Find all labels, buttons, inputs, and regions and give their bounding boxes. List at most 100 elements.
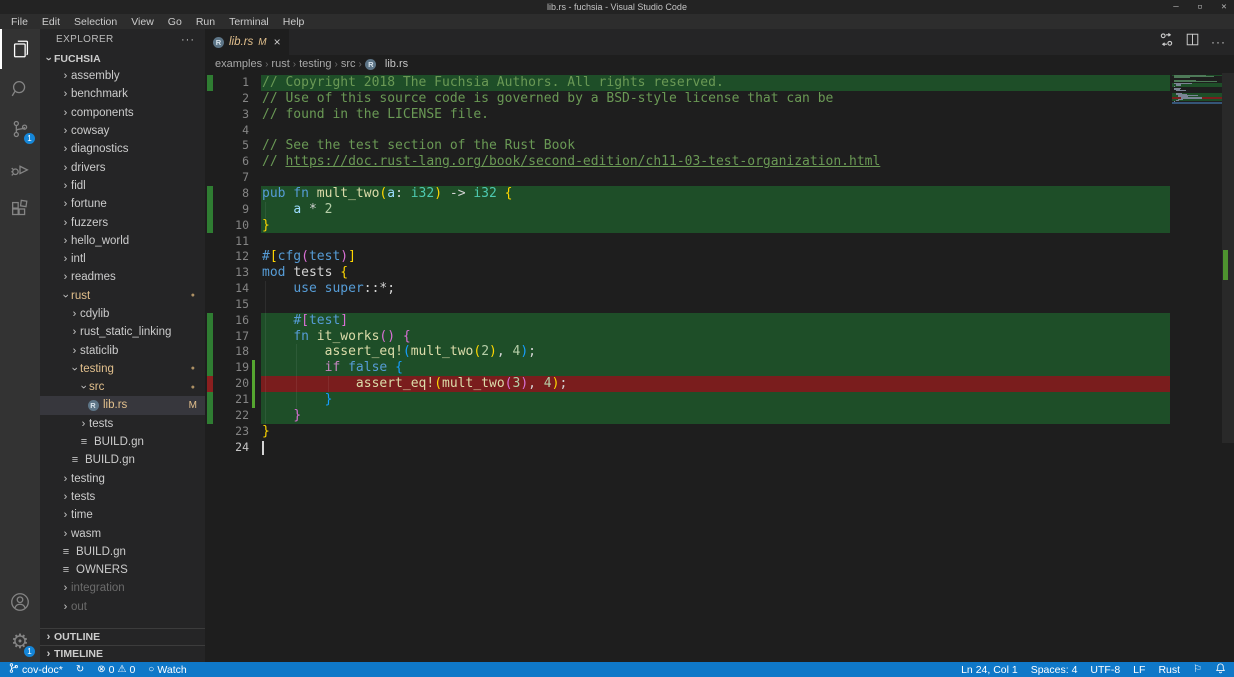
status-spaces-4[interactable]: Spaces: 4 [1031, 662, 1078, 677]
tree-item-owners[interactable]: ≡OWNERS [40, 561, 205, 579]
minimap[interactable] [1172, 73, 1222, 662]
explorer-icon[interactable] [0, 29, 40, 69]
maximize-button[interactable]: ▫ [1194, 2, 1206, 12]
code-line-19[interactable]: 19 if false { [205, 360, 1170, 376]
tab-lib-rs[interactable]: R lib.rs M × [205, 29, 290, 55]
menu-edit[interactable]: Edit [35, 16, 67, 28]
tree-item-build.gn[interactable]: ≡BUILD.gn [40, 433, 205, 451]
tree-item-assembly[interactable]: ›assembly [40, 67, 205, 85]
tree-item-benchmark[interactable]: ›benchmark [40, 85, 205, 103]
code-line-20[interactable]: 20 assert_eq!(mult_two(3), 4); [205, 376, 1170, 392]
menu-run[interactable]: Run [189, 16, 222, 28]
code-line-5[interactable]: 5// See the test section of the Rust Boo… [205, 138, 1170, 154]
tree-item-lib.rs[interactable]: Rlib.rsM [40, 396, 205, 414]
tree-item-components[interactable]: ›components [40, 104, 205, 122]
settings-gear-icon[interactable]: ⚙ 1 [0, 622, 40, 662]
menu-terminal[interactable]: Terminal [222, 16, 276, 28]
breadcrumb-item-rust[interactable]: rust [271, 58, 289, 70]
code-line-24[interactable]: 24 [205, 440, 1170, 456]
outline-panel-header[interactable]: › OUTLINE [40, 628, 205, 645]
status-cov-doc-[interactable]: cov-doc* [8, 662, 63, 677]
search-icon[interactable] [0, 69, 40, 109]
breadcrumb-item-examples[interactable]: examples [215, 58, 262, 70]
tree-item-fidl[interactable]: ›fidl [40, 177, 205, 195]
code-line-4[interactable]: 4 [205, 123, 1170, 139]
split-editor-icon[interactable] [1186, 33, 1199, 51]
tree-item-build.gn[interactable]: ≡BUILD.gn [40, 543, 205, 561]
status-rust[interactable]: Rust [1158, 662, 1180, 677]
tree-item-out[interactable]: ›out [40, 598, 205, 616]
status-lf[interactable]: LF [1133, 662, 1145, 677]
code-line-13[interactable]: 13mod tests { [205, 265, 1170, 281]
tree-item-fortune[interactable]: ›fortune [40, 195, 205, 213]
account-icon[interactable] [0, 582, 40, 622]
minimize-button[interactable]: – [1170, 2, 1182, 12]
tree-item-integration[interactable]: ›integration [40, 579, 205, 597]
status-feedback-icon[interactable]: ⚐ [1193, 662, 1202, 677]
source-control-icon[interactable]: 1 [0, 109, 40, 149]
tree-item-rust[interactable]: ›rust● [40, 287, 205, 305]
code-line-10[interactable]: 10} [205, 218, 1170, 234]
code-line-14[interactable]: 14 use super::*; [205, 281, 1170, 297]
sidebar-more-actions[interactable]: ··· [181, 34, 195, 46]
status-ln-24-col-1[interactable]: Ln 24, Col 1 [961, 662, 1018, 677]
extensions-icon[interactable] [0, 189, 40, 229]
editor-more-actions-icon[interactable]: ··· [1211, 35, 1226, 49]
code-line-2[interactable]: 2// Use of this source code is governed … [205, 91, 1170, 107]
menu-selection[interactable]: Selection [67, 16, 124, 28]
run-debug-icon[interactable] [0, 149, 40, 189]
tree-item-tests[interactable]: ›tests [40, 415, 205, 433]
tree-item-tests[interactable]: ›tests [40, 488, 205, 506]
tree-item-staticlib[interactable]: ›staticlib [40, 341, 205, 359]
tree-item-rust_static_linking[interactable]: ›rust_static_linking [40, 323, 205, 341]
status-watch[interactable]: ○Watch [148, 662, 186, 677]
menu-help[interactable]: Help [276, 16, 312, 28]
code-line-8[interactable]: 8pub fn mult_two(a: i32) -> i32 { [205, 186, 1170, 202]
tree-item-testing[interactable]: ›testing [40, 470, 205, 488]
timeline-panel-header[interactable]: › TIMELINE [40, 645, 205, 662]
open-changes-icon[interactable] [1159, 32, 1174, 52]
tree-item-hello_world[interactable]: ›hello_world [40, 232, 205, 250]
tree-item-diagnostics[interactable]: ›diagnostics [40, 140, 205, 158]
code-line-18[interactable]: 18 assert_eq!(mult_two(2), 4); [205, 344, 1170, 360]
code-line-11[interactable]: 11 [205, 234, 1170, 250]
code-line-16[interactable]: 16 #[test] [205, 313, 1170, 329]
tree-item-build.gn[interactable]: ≡BUILD.gn [40, 451, 205, 469]
tree-item-drivers[interactable]: ›drivers [40, 158, 205, 176]
tree-item-testing[interactable]: ›testing● [40, 360, 205, 378]
workspace-section-header[interactable]: › FUCHSIA [40, 50, 205, 67]
tree-item-cowsay[interactable]: ›cowsay [40, 122, 205, 140]
code-line-17[interactable]: 17 fn it_works() { [205, 329, 1170, 345]
menu-go[interactable]: Go [161, 16, 189, 28]
tree-item-time[interactable]: ›time [40, 506, 205, 524]
code-line-12[interactable]: 12#[cfg(test)] [205, 249, 1170, 265]
code-line-22[interactable]: 22 } [205, 408, 1170, 424]
breadcrumb-item-src[interactable]: src [341, 58, 356, 70]
code-line-15[interactable]: 15 [205, 297, 1170, 313]
breadcrumb-item-lib.rs[interactable]: Rlib.rs [365, 58, 408, 70]
menu-file[interactable]: File [4, 16, 35, 28]
tree-item-label: hello_world [71, 235, 129, 247]
tree-item-cdylib[interactable]: ›cdylib [40, 305, 205, 323]
tree-item-src[interactable]: ›src● [40, 378, 205, 396]
code-line-6[interactable]: 6// https://doc.rust-lang.org/book/secon… [205, 154, 1170, 170]
menu-view[interactable]: View [124, 16, 161, 28]
tree-item-readmes[interactable]: ›readmes [40, 268, 205, 286]
breadcrumb-item-testing[interactable]: testing [299, 58, 331, 70]
status-0[interactable]: ⊗0⚠0 [97, 662, 135, 677]
status-bell-icon[interactable] [1215, 662, 1226, 677]
tree-item-wasm[interactable]: ›wasm [40, 524, 205, 542]
status-sync[interactable]: ↻ [76, 662, 84, 677]
code-line-7[interactable]: 7 [205, 170, 1170, 186]
code-line-3[interactable]: 3// found in the LICENSE file. [205, 107, 1170, 123]
close-button[interactable]: ✕ [1218, 2, 1230, 12]
code-line-21[interactable]: 21 } [205, 392, 1170, 408]
code-line-9[interactable]: 9 a * 2 [205, 202, 1170, 218]
code-line-1[interactable]: 1// Copyright 2018 The Fuchsia Authors. … [205, 75, 1170, 91]
code-editor[interactable]: 1// Copyright 2018 The Fuchsia Authors. … [205, 73, 1234, 662]
tab-close-icon[interactable]: × [274, 35, 281, 49]
status-utf-8[interactable]: UTF-8 [1090, 662, 1120, 677]
code-line-23[interactable]: 23} [205, 424, 1170, 440]
tree-item-intl[interactable]: ›intl [40, 250, 205, 268]
tree-item-fuzzers[interactable]: ›fuzzers [40, 213, 205, 231]
